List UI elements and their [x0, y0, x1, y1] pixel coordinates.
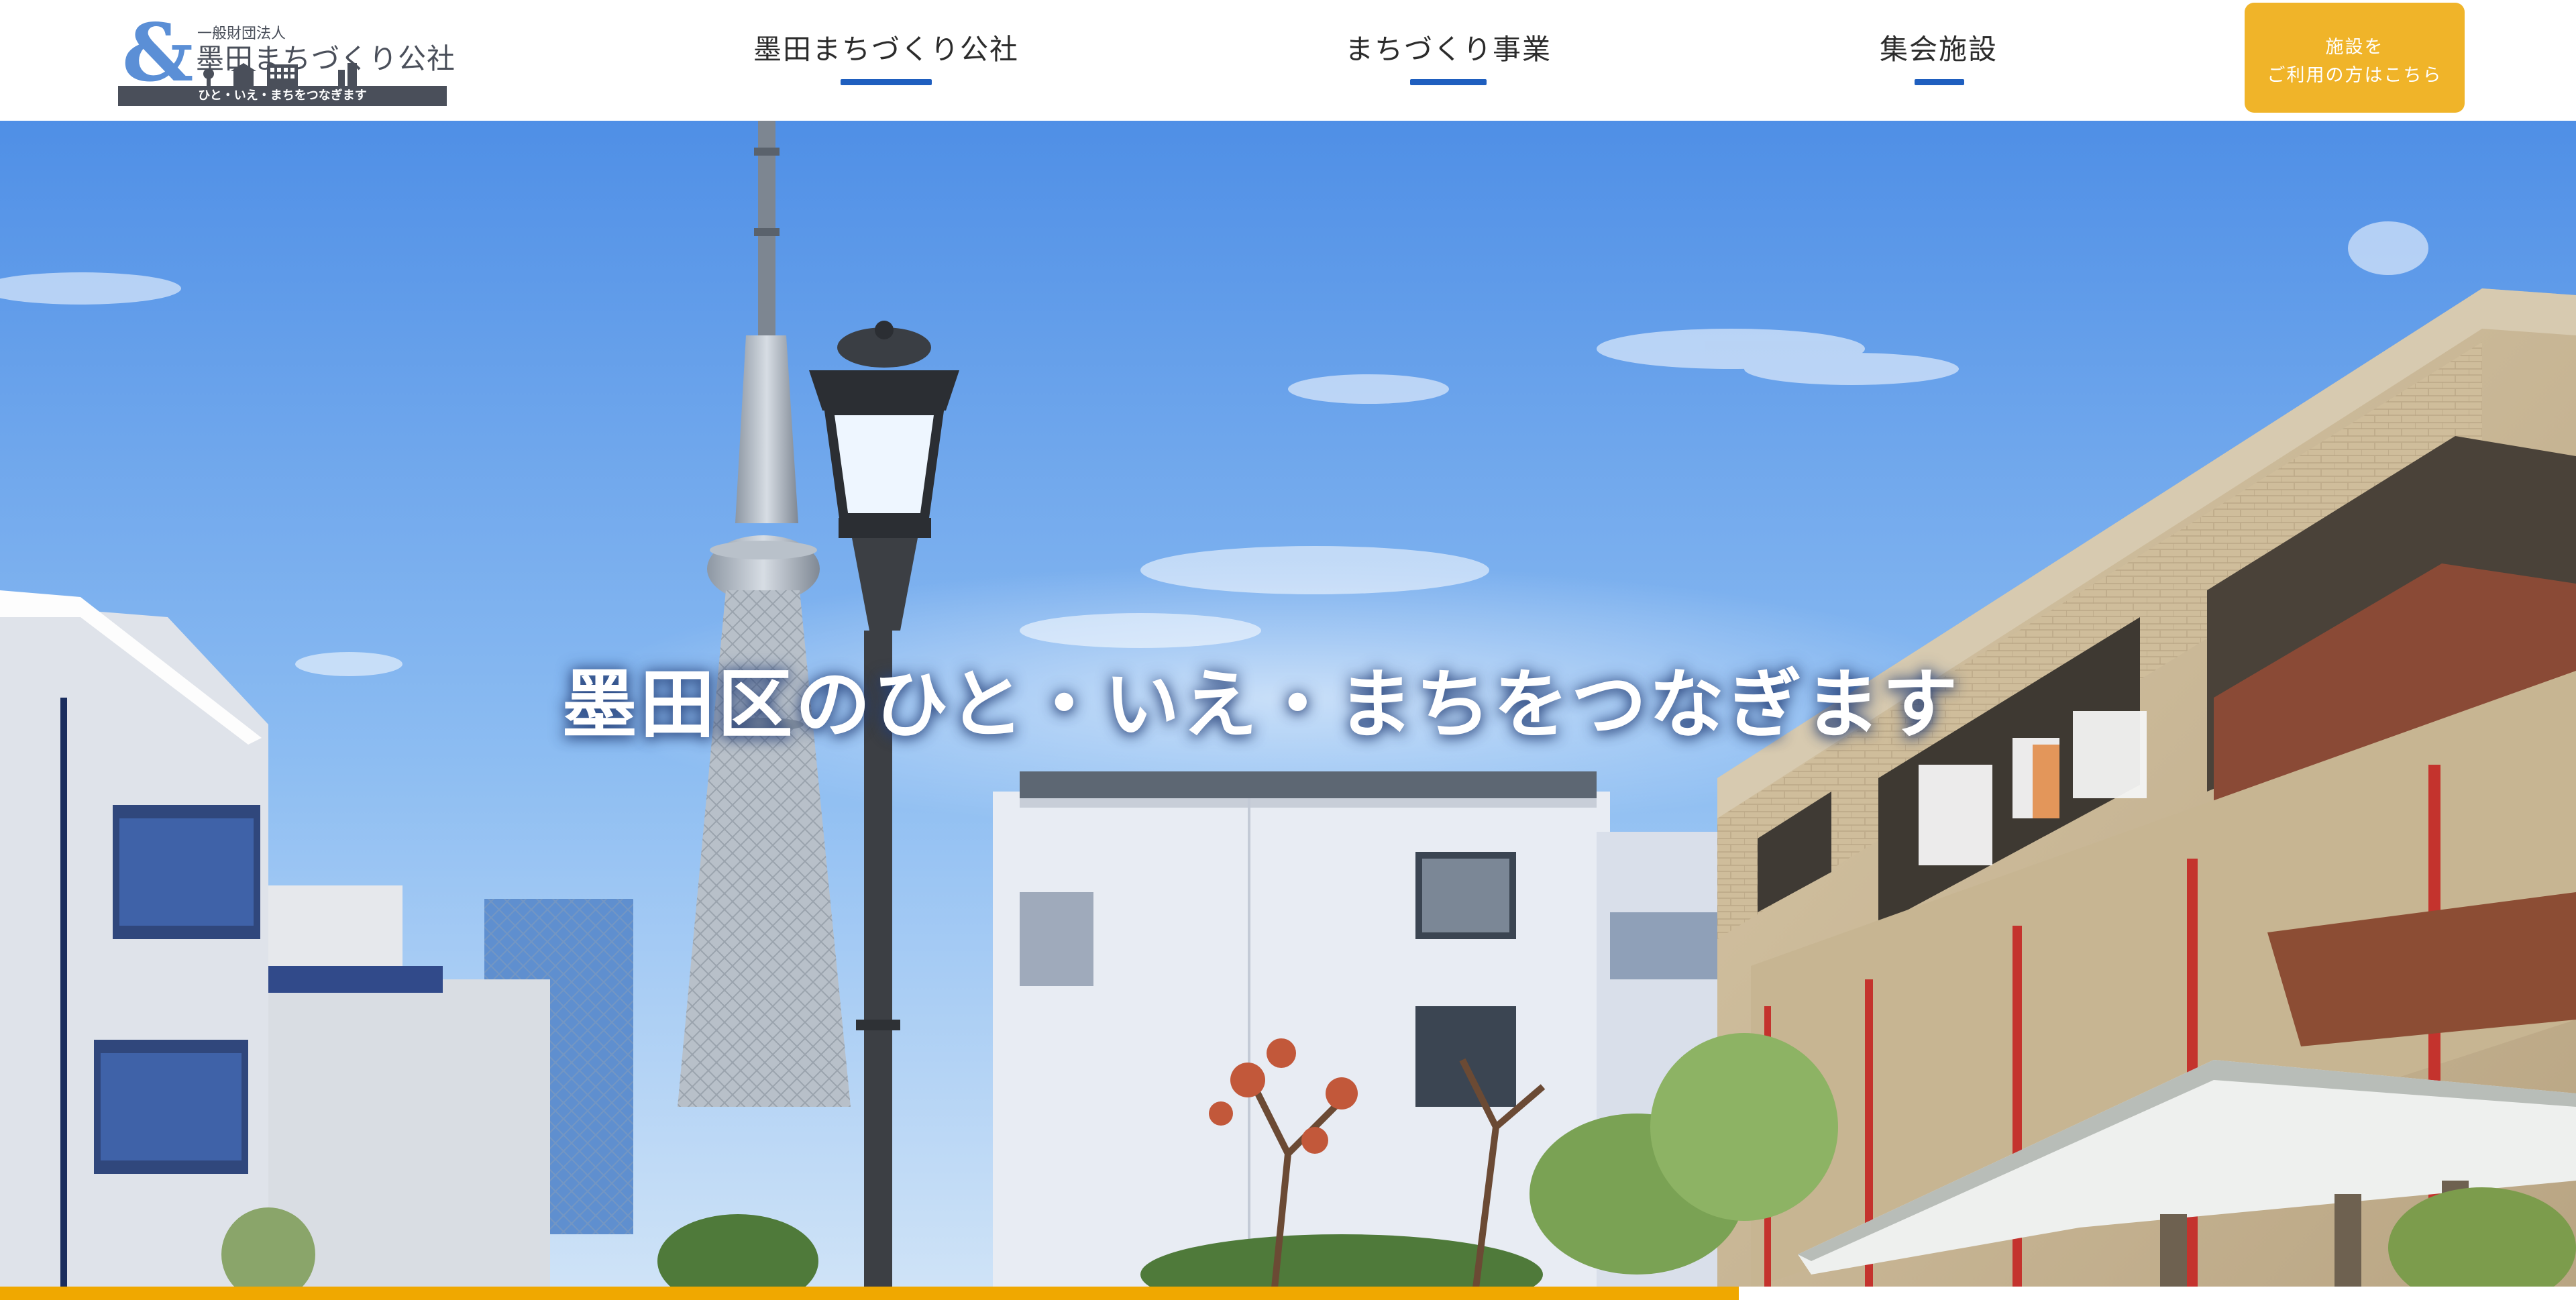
nav-underline — [1915, 79, 1964, 85]
site-header: & 一般財団法人 墨田まちづくり公社 ひと・いえ・まちをつなぎます 墨田まちづく… — [0, 0, 2576, 121]
nav-item-about[interactable]: 墨田まちづくり公社 — [750, 24, 1022, 91]
nav-label: 集会施設 — [1879, 33, 1998, 66]
hero-slider: 墨田区のひと・いえ・まちをつなぎます — [0, 121, 2576, 1288]
nav-label: 墨田まちづくり公社 — [753, 33, 1019, 66]
nav-underline — [1410, 79, 1487, 85]
facility-users-button[interactable]: 施設を ご利用の方はこちら — [2245, 3, 2465, 113]
nav-item-facilities[interactable]: 集会施設 — [1872, 24, 2006, 91]
site-logo[interactable]: & 一般財団法人 墨田まちづくり公社 ひと・いえ・まちをつなぎます — [118, 6, 455, 106]
slider-progress-bar — [0, 1287, 2576, 1300]
nav-item-projects[interactable]: まちづくり事業 — [1335, 24, 1562, 91]
nav-underline — [841, 79, 932, 85]
slider-progress-fill — [0, 1287, 1739, 1300]
logo-tagline: ひと・いえ・まちをつなぎます — [198, 89, 367, 103]
logo-ampersand: & — [122, 6, 194, 99]
cta-line-2: ご利用の方はこちら — [2267, 65, 2443, 86]
skyline-icon — [203, 63, 357, 87]
hero-headline: 墨田区のひと・いえ・まちをつなぎます — [561, 661, 1961, 749]
cta-line-1: 施設を — [2325, 37, 2384, 58]
nav-label: まちづくり事業 — [1344, 33, 1552, 66]
